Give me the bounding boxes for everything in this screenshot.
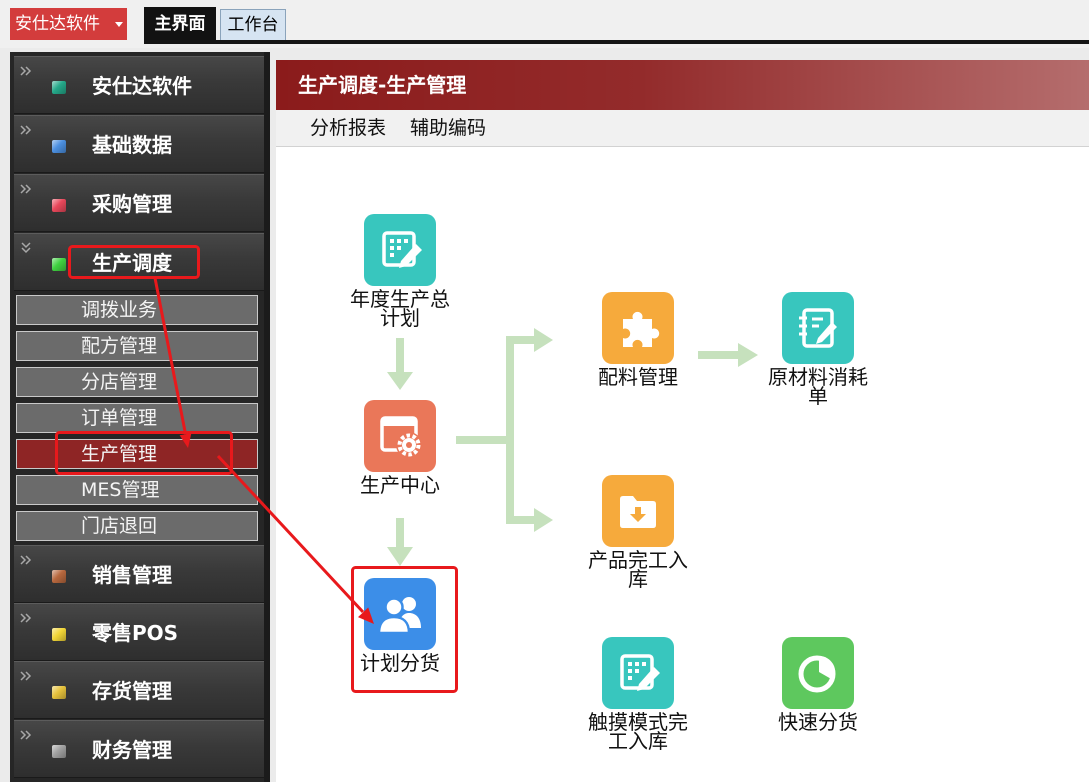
flow-arrow-branch (456, 328, 553, 532)
module-icon (52, 199, 66, 212)
sidebar-scrollbar[interactable] (264, 52, 270, 782)
module-icon (52, 570, 66, 583)
flow-node-touch-mode-inbound[interactable]: 触摸模式完工入库 (586, 637, 690, 751)
panel-header: 生产调度-生产管理 (276, 60, 1089, 110)
flow-node-tile[interactable] (364, 214, 436, 286)
flow-node-production-center[interactable]: 生产中心 (348, 400, 452, 495)
sidebar-group-label: 安仕达软件 (92, 74, 192, 98)
sidebar-group-label: 基础数据 (92, 133, 172, 157)
sidebar-subitem-store-returns[interactable]: 门店退回 (16, 511, 258, 541)
toolbar-analysis-reports[interactable]: 分析报表 (310, 110, 386, 146)
double-chevron-right-icon (20, 125, 32, 135)
flow-node-tile[interactable] (602, 292, 674, 364)
sidebar-group-production-scheduling[interactable]: 生产调度 (14, 233, 264, 291)
flow-node-label: 原材料消耗单 (768, 365, 868, 408)
flow-node-tile[interactable] (364, 400, 436, 472)
flow-arrow-down-plan-to-center (387, 338, 413, 390)
sidebar-subitem-branch[interactable]: 分店管理 (16, 367, 258, 397)
folder-download-icon (620, 496, 656, 528)
edit-grid-icon (382, 231, 422, 268)
flow-node-material-consumption[interactable]: 原材料消耗单 (766, 292, 870, 406)
sidebar-subitem-transfer[interactable]: 调拨业务 (16, 295, 258, 325)
brand-menu-label: 安仕达软件 (15, 14, 100, 34)
flow-node-label: 配料管理 (598, 365, 678, 389)
double-chevron-right-icon (20, 66, 32, 76)
flow-node-label: 触摸模式完工入库 (588, 710, 688, 753)
double-chevron-right-icon (20, 184, 32, 194)
sidebar: 安仕达软件 基础数据 采购管理 生产调度 调拨业务 配方管理 分店管理 订单管理… (10, 52, 270, 782)
pie-chart-icon (798, 655, 836, 693)
flow-node-label: 年度生产总计划 (350, 287, 450, 330)
notebook-pencil-icon (799, 308, 837, 348)
module-icon (52, 140, 66, 153)
flow-node-tile[interactable] (602, 637, 674, 709)
double-chevron-right-icon (20, 671, 32, 681)
flow-node-label: 产品完工入库 (588, 548, 688, 591)
module-icon (52, 745, 66, 758)
flow-node-tile[interactable] (782, 292, 854, 364)
sidebar-group-label: 生产调度 (92, 251, 172, 275)
flow-node-tile[interactable] (602, 475, 674, 547)
flow-node-label: 快速分货 (778, 710, 858, 734)
caret-down-icon (115, 22, 123, 27)
flow-node-ingredient-management[interactable]: 配料管理 (586, 292, 690, 387)
edit-grid-icon (620, 654, 660, 691)
sidebar-subitem-mes[interactable]: MES管理 (16, 475, 258, 505)
sidebar-group-inventory[interactable]: 存货管理 (14, 661, 264, 719)
tab-workbench[interactable]: 工作台 (220, 9, 286, 40)
module-icon (52, 81, 66, 94)
double-chevron-right-icon (20, 730, 32, 740)
sidebar-subitem-formula[interactable]: 配方管理 (16, 331, 258, 361)
tab-main[interactable]: 主界面 (144, 7, 216, 41)
sidebar-subitem-production-management[interactable]: 生产管理 (16, 439, 258, 469)
sidebar-group-retail-pos[interactable]: 零售POS (14, 603, 264, 661)
double-chevron-down-icon (21, 242, 31, 254)
sidebar-group-sales[interactable]: 销售管理 (14, 545, 264, 603)
flow-node-label: 生产中心 (360, 473, 440, 497)
flow-node-annual-production-plan[interactable]: 年度生产总计划 (348, 214, 452, 328)
sidebar-group-anshida[interactable]: 安仕达软件 (14, 56, 264, 114)
sidebar-group-basic-data[interactable]: 基础数据 (14, 115, 264, 173)
sidebar-group-label: 销售管理 (92, 563, 172, 587)
flow-node-quick-allocation[interactable]: 快速分货 (766, 637, 870, 732)
double-chevron-right-icon (20, 613, 32, 623)
page-title: 生产调度-生产管理 (298, 73, 467, 97)
sidebar-group-label: 采购管理 (92, 192, 172, 216)
flow-canvas: 年度生产总计划 生产中心 计划分货 配料管理 原材料消耗单 产品完工入库 触摸模… (276, 148, 1089, 782)
puzzle-icon (623, 311, 660, 347)
main-panel: 生产调度-生产管理 分析报表 辅助编码 年度生产总计划 生产中心 计划分货 配料… (276, 60, 1089, 782)
flow-node-planned-allocation[interactable]: 计划分货 (348, 578, 452, 673)
toolbar: 分析报表 辅助编码 (276, 110, 1089, 147)
toolbar-auxiliary-codes[interactable]: 辅助编码 (410, 110, 486, 146)
sidebar-group-finance[interactable]: 财务管理 (14, 720, 264, 778)
sidebar-subitem-orders[interactable]: 订单管理 (16, 403, 258, 433)
brand-menu-button[interactable]: 安仕达软件 (10, 8, 127, 40)
sidebar-group-label: 财务管理 (92, 738, 172, 762)
window-gear-icon (380, 416, 422, 458)
sidebar-group-purchasing[interactable]: 采购管理 (14, 174, 264, 232)
sidebar-group-label: 存货管理 (92, 679, 172, 703)
module-icon (52, 686, 66, 699)
flow-node-tile[interactable] (364, 578, 436, 650)
module-icon (52, 258, 66, 271)
double-chevron-right-icon (20, 555, 32, 565)
sidebar-group-label: 零售POS (92, 621, 179, 645)
flow-node-finished-goods-inbound[interactable]: 产品完工入库 (586, 475, 690, 589)
flow-arrow-down-center-to-allocation (387, 518, 413, 566)
module-icon (52, 628, 66, 641)
flow-arrow-right-material-to-consumption (698, 343, 758, 367)
tab-underline (144, 40, 1089, 44)
users-icon (377, 597, 421, 635)
top-bar: 安仕达软件 主界面 工作台 (0, 0, 1089, 48)
flow-node-tile[interactable] (782, 637, 854, 709)
flow-node-label: 计划分货 (360, 651, 440, 675)
